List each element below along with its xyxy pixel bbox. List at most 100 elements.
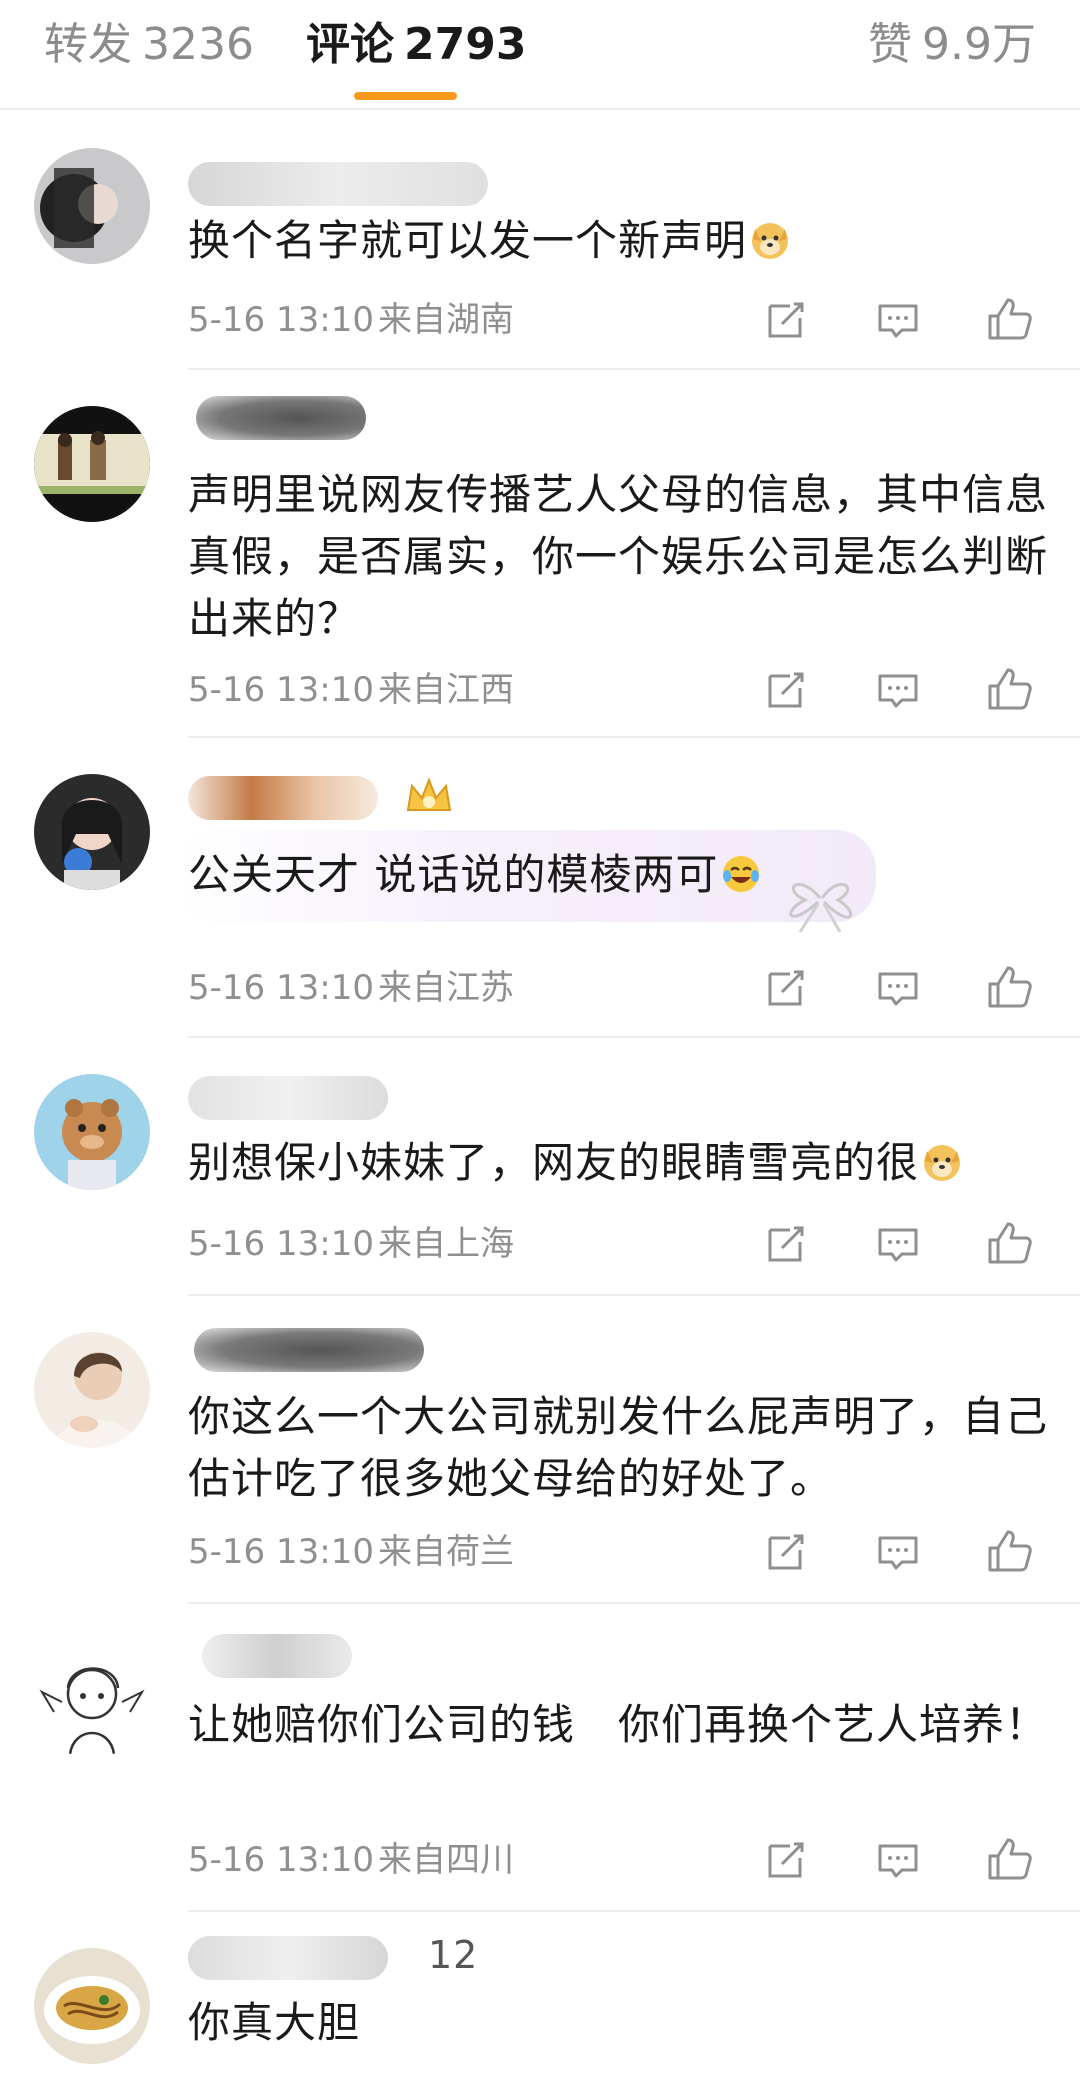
comment-icon [878,674,918,708]
avatar[interactable] [34,1332,150,1448]
tab-likes-count: 9.9万 [922,19,1036,70]
repost-button[interactable] [760,664,812,716]
comment-item: 你这么一个大公司就别发什么屁声明了，自己估计吃了很多她父母给的好处了。 5-16… [0,1296,1080,1604]
reply-button[interactable] [872,664,924,716]
tab-comments-count: 2793 [404,19,527,70]
comment-meta: 5-16 13:10 来自荷兰 [188,1522,1068,1582]
avatar[interactable] [34,148,150,264]
username[interactable] [188,1068,588,1128]
doge-icon [752,223,789,259]
avatar[interactable] [34,774,150,890]
comment-icon [878,1536,918,1570]
comment-icon [878,304,918,338]
reply-button[interactable] [872,1834,924,1886]
comment-location: 来自江苏 [378,968,514,1008]
thumbs-up-icon [988,1530,1032,1572]
reply-button[interactable] [872,1526,924,1578]
repost-icon [768,1534,804,1570]
comment-time: 5-16 13:10 [188,1840,374,1880]
comment-location: 来自湖南 [378,300,514,340]
like-button[interactable] [984,1834,1036,1886]
comment-text: 公关天才 说话说的模棱两可 [188,844,1048,906]
username[interactable]: 12 [188,1928,588,1988]
comment-tab-bar: 转发 3236 评论 2793 赞 9.9万 [0,0,1080,110]
comment-text: 换个名字就可以发一个新声明 [188,210,1048,272]
comment-item: 别想保小妹妹了，网友的眼睛雪亮的很 5-16 13:10 来自上海 [0,1038,1080,1296]
blurred-username [196,396,366,440]
repost-button[interactable] [760,1218,812,1270]
username[interactable] [188,154,588,214]
comment-meta: 5-16 13:10 来自上海 [188,1214,1068,1274]
repost-icon [768,1226,804,1262]
comment-item: 公关天才 说话说的模棱两可 5-16 13:10 来自江苏 [0,738,1080,1038]
comment-meta: 5-16 13:10 来自江苏 [188,958,1068,1018]
comment-text: 你这么一个大公司就别发什么屁声明了，自己估计吃了很多她父母给的好处了。 [188,1386,1048,1510]
blurred-username [194,1328,424,1372]
thumbs-up-icon [988,966,1032,1008]
tab-likes-label: 赞 [868,19,913,70]
comment-location: 来自上海 [378,1224,514,1264]
comment-item: 换个名字就可以发一个新声明 5-16 13:10 来自湖南 [0,108,1080,370]
comment-text: 让她赔你们公司的钱 你们再换个艺人培养！ [188,1694,1048,1756]
comment-meta: 5-16 13:10 来自湖南 [188,290,1068,350]
comment-text-content: 公关天才 说话说的模棱两可 [188,850,719,899]
like-button[interactable] [984,1526,1036,1578]
comment-text: 声明里说网友传播艺人父母的信息，其中信息真假，是否属实，你一个娱乐公司是怎么判断… [188,464,1048,650]
repost-icon [768,672,804,708]
like-button[interactable] [984,962,1036,1014]
active-tab-indicator [354,92,457,100]
avatar[interactable] [34,406,150,522]
like-button[interactable] [984,1218,1036,1270]
username[interactable] [188,1626,588,1686]
avatar[interactable] [34,1948,150,2064]
comment-text-content: 声明里说网友传播艺人父母的信息，其中信息真假，是否属实，你一个娱乐公司是怎么判断… [188,470,1049,643]
comment-text-content: 你真大胆 [188,1998,361,2047]
username[interactable] [188,768,588,828]
comment-location: 来自四川 [378,1840,514,1880]
repost-button[interactable] [760,1526,812,1578]
comment-text-content: 你这么一个大公司就别发什么屁声明了，自己估计吃了很多她父母给的好处了。 [188,1392,1049,1503]
reply-button[interactable] [872,294,924,346]
repost-icon [768,1842,804,1878]
tab-reposts[interactable]: 转发 3236 [44,14,254,76]
tab-comments-label: 评论 [306,19,394,70]
thumbs-up-icon [988,298,1032,340]
reply-button[interactable] [872,1218,924,1270]
laugh-cry-icon [723,856,760,892]
comment-meta: 5-16 13:10 来自四川 [188,1830,1068,1890]
repost-icon [768,970,804,1006]
comment-time: 5-16 13:10 [188,300,374,340]
repost-button[interactable] [760,294,812,346]
username[interactable] [188,388,588,448]
tab-reposts-count: 3236 [142,19,254,70]
comment-icon [878,972,918,1006]
repost-icon [768,302,804,338]
crown-badge-icon [406,777,452,811]
comment-item: 让她赔你们公司的钱 你们再换个艺人培养！ 5-16 13:10 来自四川 [0,1604,1080,1912]
comment-text-content: 换个名字就可以发一个新声明 [188,216,748,265]
repost-button[interactable] [760,962,812,1014]
comment-icon [878,1228,918,1262]
comment-time: 5-16 13:10 [188,968,374,1008]
blurred-username [188,776,378,820]
thumbs-up-icon [988,1838,1032,1880]
avatar[interactable] [34,1074,150,1190]
reply-button[interactable] [872,962,924,1014]
like-button[interactable] [984,664,1036,716]
username[interactable] [188,1320,588,1380]
comment-item: 12 你真大胆 [0,1912,1080,2079]
comment-location: 来自江西 [378,670,514,710]
blurred-username [188,162,488,206]
comment-text-content: 别想保小妹妹了，网友的眼睛雪亮的很 [188,1138,920,1187]
comment-text-content: 让她赔你们公司的钱 你们再换个艺人培养！ [188,1700,1049,1749]
tab-comments[interactable]: 评论 2793 [306,14,526,76]
thumbs-up-icon [988,668,1032,710]
like-button[interactable] [984,294,1036,346]
avatar[interactable] [34,1642,150,1758]
blurred-username [188,1936,388,1980]
ribbon-decoration-icon [789,882,853,933]
repost-button[interactable] [760,1834,812,1886]
comment-time: 5-16 13:10 [188,670,374,710]
tab-likes[interactable]: 赞 9.9万 [868,14,1036,76]
thumbs-up-icon [988,1222,1032,1264]
